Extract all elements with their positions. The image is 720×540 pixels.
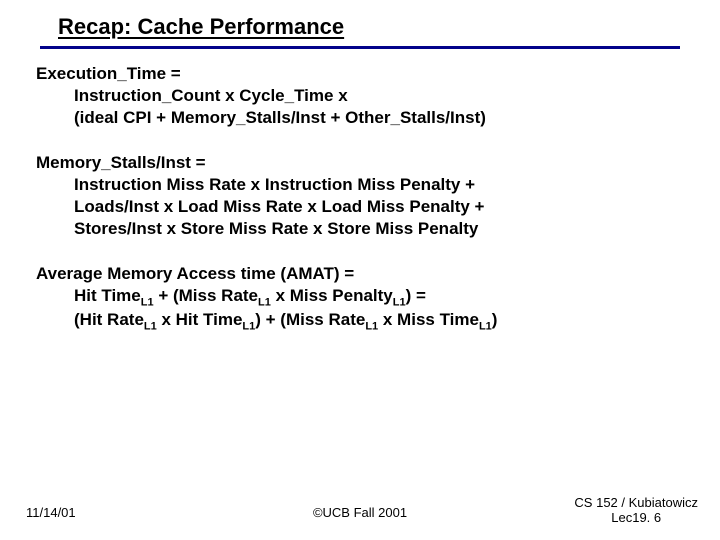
title-wrap: Recap: Cache Performance (0, 0, 720, 40)
text-span: + (Miss Rate (154, 286, 258, 305)
formula-block-amat: Average Memory Access time (AMAT) = Hit … (36, 263, 680, 334)
text-line: Hit TimeL1 + (Miss RateL1 x Miss Penalty… (36, 285, 680, 309)
text-line: (Hit RateL1 x Hit TimeL1) + (Miss RateL1… (36, 309, 680, 333)
slide: Recap: Cache Performance Execution_Time … (0, 0, 720, 540)
text-span: x Miss Time (378, 310, 479, 329)
subscript: L1 (365, 321, 378, 333)
text-line: Stores/Inst x Store Miss Rate x Store Mi… (36, 218, 680, 240)
subscript: L1 (258, 296, 271, 308)
text-span: ) + (Miss Rate (255, 310, 365, 329)
text-line: Loads/Inst x Load Miss Rate x Load Miss … (36, 196, 680, 218)
text-line: (ideal CPI + Memory_Stalls/Inst + Other_… (36, 107, 680, 129)
subscript: L1 (479, 321, 492, 333)
slide-body: Execution_Time = Instruction_Count x Cyc… (0, 49, 720, 334)
text-span: ) = (406, 286, 426, 305)
text-span: x Miss Penalty (271, 286, 393, 305)
subscript: L1 (144, 321, 157, 333)
text-span: ) (492, 310, 498, 329)
footer-course: CS 152 / Kubiatowicz Lec19. 6 (574, 495, 698, 526)
formula-block-mem-stalls: Memory_Stalls/Inst = Instruction Miss Ra… (36, 152, 680, 239)
footer-course-line2: Lec19. 6 (574, 510, 698, 526)
text-span: x Hit Time (157, 310, 243, 329)
text-span: (Hit Rate (74, 310, 144, 329)
text-line: Average Memory Access time (AMAT) = (36, 263, 680, 285)
text-line: Execution_Time = (36, 63, 680, 85)
text-line: Instruction_Count x Cycle_Time x (36, 85, 680, 107)
subscript: L1 (393, 296, 406, 308)
subscript: L1 (141, 296, 154, 308)
text-line: Memory_Stalls/Inst = (36, 152, 680, 174)
text-span: Hit Time (74, 286, 141, 305)
subscript: L1 (242, 321, 255, 333)
footer-course-line1: CS 152 / Kubiatowicz (574, 495, 698, 511)
slide-title: Recap: Cache Performance (58, 14, 344, 40)
text-line: Instruction Miss Rate x Instruction Miss… (36, 174, 680, 196)
formula-block-exec-time: Execution_Time = Instruction_Count x Cyc… (36, 63, 680, 128)
